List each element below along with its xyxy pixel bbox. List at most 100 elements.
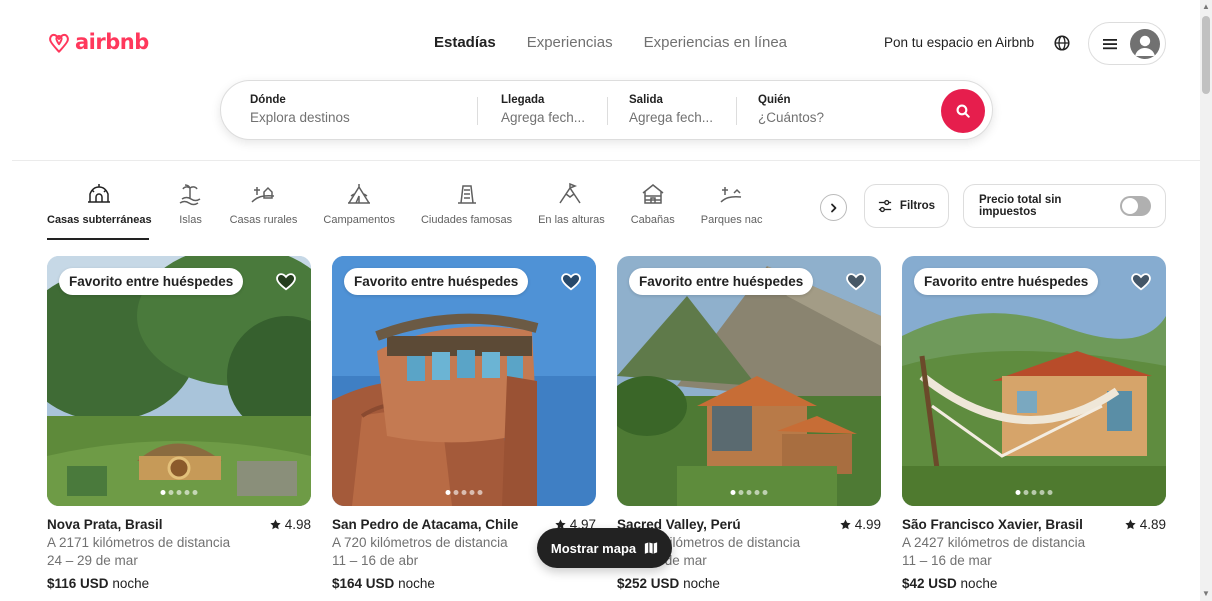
guest-favorite-badge: Favorito entre huéspedes xyxy=(344,268,529,295)
photo-dots xyxy=(1015,490,1053,495)
listing-price: $252 USD noche xyxy=(617,576,881,591)
category-label: Casas rurales xyxy=(229,214,298,226)
airbnb-logo[interactable]: airbnb xyxy=(47,27,149,57)
category-parques-nacionales[interactable]: Parques nac xyxy=(701,182,763,240)
price-unit: noche xyxy=(683,576,720,591)
filters-button[interactable]: Filtros xyxy=(864,184,949,228)
price-amount: $42 USD xyxy=(902,576,957,591)
earth-house-icon xyxy=(88,184,111,203)
listing-photo[interactable]: Favorito entre huéspedes xyxy=(617,256,881,506)
search-where-input[interactable]: Explora destinos xyxy=(250,110,350,125)
tab-experiencias-en-linea[interactable]: Experiencias en línea xyxy=(644,34,787,51)
listing-title: Nova Prata, Brasil xyxy=(47,517,163,532)
heart-icon[interactable] xyxy=(560,270,582,292)
rating-value: 4.99 xyxy=(854,517,881,532)
filters-label: Filtros xyxy=(899,200,936,212)
price-toggle-label: Precio total sin impuestos xyxy=(979,194,1062,218)
search-checkin-input[interactable]: Agrega fech... xyxy=(501,110,585,125)
listing-rating: 4.98 xyxy=(270,517,311,532)
search-checkin-label: Llegada xyxy=(501,94,545,106)
scroll-down-icon[interactable]: ▼ xyxy=(1202,589,1210,599)
airbnb-logo-icon xyxy=(49,33,69,53)
listing-distance: A 2427 kilómetros de distancia xyxy=(902,535,1086,550)
search-who[interactable]: Quién ¿Cuántos? xyxy=(758,94,824,125)
host-link[interactable]: Pon tu espacio en Airbnb xyxy=(884,35,1034,50)
listing-photo[interactable]: Favorito entre huéspedes xyxy=(47,256,311,506)
search-who-label: Quién xyxy=(758,94,791,106)
guest-favorite-badge: Favorito entre huéspedes xyxy=(914,268,1099,295)
listing-card[interactable]: Favorito entre huéspedes Nova Prata, Bra… xyxy=(47,256,311,591)
search-who-input[interactable]: ¿Cuántos? xyxy=(758,110,824,125)
listing-price: $164 USD noche xyxy=(332,576,596,591)
user-avatar-icon xyxy=(1130,28,1160,59)
search-button[interactable] xyxy=(941,89,985,133)
category-ciudades-famosas[interactable]: Ciudades famosas xyxy=(421,182,512,240)
search-divider xyxy=(607,97,608,125)
user-menu-button[interactable] xyxy=(1088,22,1166,65)
price-amount: $252 USD xyxy=(617,576,680,591)
category-label: Casas subterráneas xyxy=(47,214,152,226)
search-where-label: Dónde xyxy=(250,94,286,106)
hamburger-icon xyxy=(1103,38,1117,49)
listing-card[interactable]: Favorito entre huéspedes São Francisco X… xyxy=(902,256,1166,591)
heart-icon[interactable] xyxy=(1130,270,1152,292)
price-toggle[interactable]: Precio total sin impuestos xyxy=(963,184,1166,228)
countryside-icon xyxy=(251,186,275,203)
search-checkout-label: Salida xyxy=(629,94,663,106)
globe-icon[interactable] xyxy=(1054,35,1070,51)
categories-next-button[interactable] xyxy=(820,194,847,221)
category-label: En las alturas xyxy=(538,214,605,226)
listing-dates: 24 – 29 de mar xyxy=(47,553,138,568)
cabin-icon xyxy=(642,184,664,204)
listing-price: $42 USD noche xyxy=(902,576,1166,591)
search-where[interactable]: Dónde Explora destinos xyxy=(250,94,350,125)
category-cabanas[interactable]: Cabañas xyxy=(631,182,675,240)
tab-experiencias[interactable]: Experiencias xyxy=(527,34,613,51)
top-nav: Estadías Experiencias Experiencias en lí… xyxy=(434,34,787,51)
listing-photo[interactable]: Favorito entre huéspedes xyxy=(902,256,1166,506)
star-icon xyxy=(840,519,851,530)
listing-title: San Pedro de Atacama, Chile xyxy=(332,517,519,532)
search-checkout[interactable]: Salida Agrega fech... xyxy=(629,94,713,125)
category-casas-subterraneas[interactable]: Casas subterráneas xyxy=(47,182,152,240)
category-label: Ciudades famosas xyxy=(420,214,513,226)
show-map-button[interactable]: Mostrar mapa xyxy=(537,528,672,568)
listing-rating: 4.99 xyxy=(840,517,881,532)
category-islas[interactable]: Islas xyxy=(178,182,204,240)
rating-value: 4.89 xyxy=(1139,517,1166,532)
camping-icon xyxy=(348,184,371,204)
search-icon xyxy=(956,104,970,118)
listing-photo[interactable]: Favorito entre huéspedes xyxy=(332,256,596,506)
heart-icon[interactable] xyxy=(275,270,297,292)
category-label: Parques nac xyxy=(700,214,763,226)
price-unit: noche xyxy=(960,576,998,591)
island-icon xyxy=(179,184,200,206)
search-bar: Dónde Explora destinos Llegada Agrega fe… xyxy=(220,80,993,140)
toggle-switch[interactable] xyxy=(1119,196,1151,216)
heart-icon[interactable] xyxy=(845,270,867,292)
page-scrollbar[interactable]: ▲ ▼ xyxy=(1200,0,1212,601)
chevron-right-icon xyxy=(830,203,836,212)
scroll-up-icon[interactable]: ▲ xyxy=(1202,2,1210,12)
category-campamentos[interactable]: Campamentos xyxy=(323,182,395,240)
price-amount: $116 USD xyxy=(47,576,109,591)
search-divider xyxy=(736,97,737,125)
search-checkin[interactable]: Llegada Agrega fech... xyxy=(501,94,585,125)
listing-price: $116 USD noche xyxy=(47,576,311,591)
category-label: Cabañas xyxy=(630,214,675,226)
listing-dates: 11 – 16 de mar xyxy=(902,553,992,568)
guest-favorite-badge: Favorito entre huéspedes xyxy=(59,268,244,295)
category-label: Campamentos xyxy=(323,214,395,226)
price-unit: noche xyxy=(112,576,150,591)
category-en-las-alturas[interactable]: En las alturas xyxy=(538,182,605,240)
guest-favorite-badge: Favorito entre huéspedes xyxy=(629,268,814,295)
map-icon xyxy=(645,542,658,554)
listing-title: São Francisco Xavier, Brasil xyxy=(902,517,1083,532)
search-checkout-input[interactable]: Agrega fech... xyxy=(629,110,713,125)
category-casas-rurales[interactable]: Casas rurales xyxy=(229,182,298,240)
price-unit: noche xyxy=(398,576,435,591)
tab-estadias[interactable]: Estadías xyxy=(434,34,496,51)
scrollbar-thumb[interactable] xyxy=(1202,16,1210,94)
brand-name: airbnb xyxy=(75,30,149,54)
mountain-top-icon xyxy=(559,182,582,204)
